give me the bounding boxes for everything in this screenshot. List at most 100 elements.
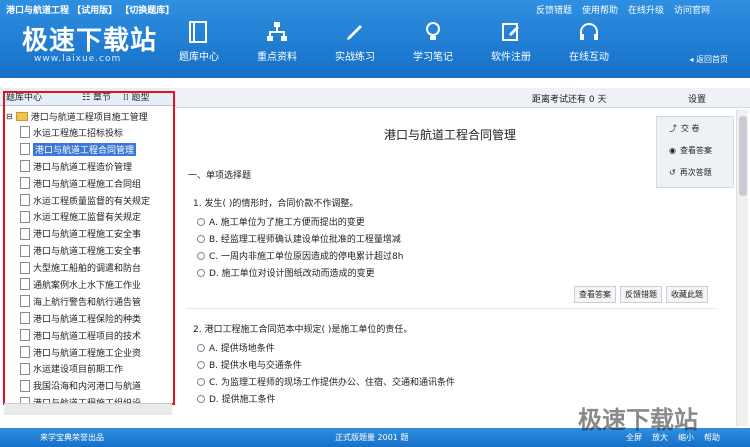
question-stem: 1. 发生( )的情形时，合同价款不作调整。 — [193, 199, 359, 209]
chapter-tree: ⊟ 港口与航道工程项目施工管理 水运工程施工招标投标 港口与航道工程合同管理 港… — [0, 106, 176, 406]
document-icon — [20, 177, 30, 190]
view-answer-button[interactable]: 查看答案 — [574, 286, 616, 303]
nav-register[interactable]: 软件注册 — [472, 20, 550, 63]
nav-label: 题库中心 — [179, 52, 219, 63]
tree-item[interactable]: 港口与航道工程施工合同组 — [6, 175, 176, 192]
book-icon — [189, 21, 207, 43]
main-nav: 题库中心 重点资料 实战练习 学习笔记 软件注册 在线互动 — [160, 20, 628, 63]
radio-button[interactable] — [197, 343, 205, 352]
question-stem: 2. 港口工程施工合同范本中规定( )是施工单位的责任。 — [193, 325, 413, 335]
radio-button[interactable] — [197, 234, 205, 243]
radio-button[interactable] — [197, 268, 205, 277]
tab-question-center[interactable]: 题库中心 — [0, 90, 76, 103]
tree-item[interactable]: 水运建设项目前期工作 — [6, 360, 176, 377]
view-answer-tool-button[interactable]: ◉ 查看答案 — [657, 139, 733, 161]
back-home-button[interactable]: ◂ 返回首页 — [689, 54, 728, 65]
app-title[interactable]: 港口与航道工程 【试用版】 【切换题库】 — [6, 3, 174, 16]
radio-button[interactable] — [197, 217, 205, 226]
website-link[interactable]: 访问官网 — [674, 3, 710, 16]
tree-item[interactable]: 港口与航道工程项目的技术 — [6, 327, 176, 344]
nav-key-materials[interactable]: 重点资料 — [238, 20, 316, 63]
redo-icon: ↺ — [669, 167, 676, 177]
zoom-out-button[interactable]: 缩小 — [678, 432, 694, 443]
tree-item-selected[interactable]: 港口与航道工程合同管理 — [6, 141, 176, 158]
tree-item-label: 水运工程质量监督的有关规定 — [33, 196, 151, 207]
tool-label: 再次答题 — [679, 167, 712, 177]
tree-item[interactable]: 通航案例水上水下施工作业 — [6, 276, 176, 293]
fullscreen-button[interactable]: 全屏 — [626, 432, 642, 443]
tab-chapter[interactable]: ☷ 章节 — [76, 90, 117, 103]
document-icon — [20, 379, 30, 392]
redo-button[interactable]: ↺ 再次答题 — [657, 161, 733, 183]
question-count: 正式版题量 2001 题 — [335, 433, 409, 442]
question-area: 港口与航道工程合同管理 一、单项选择题 1. 发生( )的情形时，合同价款不作调… — [178, 110, 718, 426]
network-icon — [267, 22, 287, 41]
nav-online[interactable]: 在线互动 — [550, 20, 628, 63]
scrollbar-thumb[interactable] — [739, 116, 747, 196]
tree-item[interactable]: 港口与航道工程施工企业资 — [6, 344, 176, 361]
exam-countdown: 距离考试还有 0 天 — [532, 95, 607, 105]
zoom-in-button[interactable]: 放大 — [652, 432, 668, 443]
tree-item[interactable]: 大型施工船舶的调遣和防台 — [6, 259, 176, 276]
tree-item-label: 海上航行警告和航行通告管 — [33, 297, 142, 308]
tree-item[interactable]: 我国沿海和内河港口与航道 — [6, 377, 176, 394]
tree-item-label: 水运工程施工招标投标 — [33, 128, 124, 139]
credits-text: 来学宝典荣誉出品 — [40, 433, 104, 442]
left-tabs: 题库中心 ☷ 章节 ⁞⁞ 题型 — [0, 88, 176, 106]
option-c[interactable]: C. 为监理工程师的现场工作提供办公、住宿、交通和通讯条件 — [193, 373, 455, 390]
tree-item[interactable]: 海上航行警告和航行通告管 — [6, 293, 176, 310]
option-b[interactable]: B. 经监理工程师确认建设单位批准的工程量增减 — [193, 230, 403, 247]
nav-label: 学习笔记 — [413, 52, 453, 63]
nav-notes[interactable]: 学习笔记 — [394, 20, 472, 63]
tab-question-type[interactable]: ⁞⁞ 题型 — [117, 90, 156, 103]
option-a[interactable]: A. 施工单位为了施工方便而提出的变更 — [193, 213, 403, 230]
submit-paper-button[interactable]: ⤴ 交 卷 — [657, 117, 733, 139]
tree-root[interactable]: ⊟ 港口与航道工程项目施工管理 — [6, 108, 176, 124]
tree-item[interactable]: 港口与航道工程造价管理 — [6, 158, 176, 175]
register-icon — [502, 23, 519, 41]
report-error-button[interactable]: 反馈错题 — [620, 286, 662, 303]
exam-info-bar: 距离考试还有 0 天 设置 — [176, 88, 750, 108]
document-icon — [20, 143, 30, 156]
option-label: B. 经监理工程师确认建设单位批准的工程量增减 — [209, 235, 401, 245]
option-c[interactable]: C. 一周内非施工单位原因造成的停电累计超过8h — [193, 247, 403, 264]
paper-title: 港口与航道工程合同管理 — [384, 128, 517, 142]
tool-label: 查看答案 — [679, 145, 712, 155]
tree-item[interactable]: 水运工程施工监督有关规定 — [6, 208, 176, 225]
tree-item-label: 港口与航道工程造价管理 — [33, 162, 133, 173]
top-links: 反馈错题 使用帮助 在线升级 访问官网 — [536, 3, 710, 16]
radio-button[interactable] — [197, 377, 205, 386]
option-label: D. 施工单位对设计图纸改动而造成的变更 — [209, 269, 375, 279]
tree-item[interactable]: 水运工程质量监督的有关规定 — [6, 192, 176, 209]
option-d[interactable]: D. 提供施工条件 — [193, 390, 455, 407]
help-button[interactable]: 帮助 — [704, 432, 720, 443]
tab-label: 章节 — [92, 93, 111, 103]
tree-item-label: 我国沿海和内河港口与航道 — [33, 382, 142, 393]
upgrade-link[interactable]: 在线升级 — [628, 3, 664, 16]
favorite-button[interactable]: 收藏此题 — [666, 286, 708, 303]
radio-button[interactable] — [197, 394, 205, 403]
view-controls: 全屏 放大 缩小 帮助 — [626, 432, 720, 443]
bulb-icon — [426, 22, 440, 40]
feedback-link[interactable]: 反馈错题 — [536, 3, 572, 16]
radio-button[interactable] — [197, 360, 205, 369]
option-b[interactable]: B. 提供水电与交通条件 — [193, 356, 455, 373]
tree-item[interactable]: 港口与航道工程施工安全事 — [6, 242, 176, 259]
left-horizontal-scrollbar[interactable] — [4, 403, 172, 415]
option-label: B. 提供水电与交通条件 — [209, 361, 302, 371]
nav-question-bank[interactable]: 题库中心 — [160, 20, 238, 63]
main-vertical-scrollbar[interactable] — [736, 110, 748, 426]
document-icon — [20, 194, 30, 206]
tree-item[interactable]: 水运工程施工招标投标 — [6, 124, 176, 141]
option-d[interactable]: D. 施工单位对设计图纸改动而造成的变更 — [193, 264, 403, 281]
tree-item-label: 港口与航道工程施工企业资 — [33, 348, 142, 359]
settings-button[interactable]: 设置 — [688, 92, 706, 105]
tree-item[interactable]: 港口与航道工程施工安全事 — [6, 225, 176, 242]
help-link[interactable]: 使用帮助 — [582, 3, 618, 16]
nav-practice[interactable]: 实战练习 — [316, 20, 394, 63]
document-icon — [20, 278, 30, 291]
tree-item[interactable]: 港口与航道工程保险的种类 — [6, 310, 176, 327]
option-a[interactable]: A. 提供场地条件 — [193, 339, 455, 356]
nav-label: 实战练习 — [335, 52, 375, 63]
radio-button[interactable] — [197, 251, 205, 260]
